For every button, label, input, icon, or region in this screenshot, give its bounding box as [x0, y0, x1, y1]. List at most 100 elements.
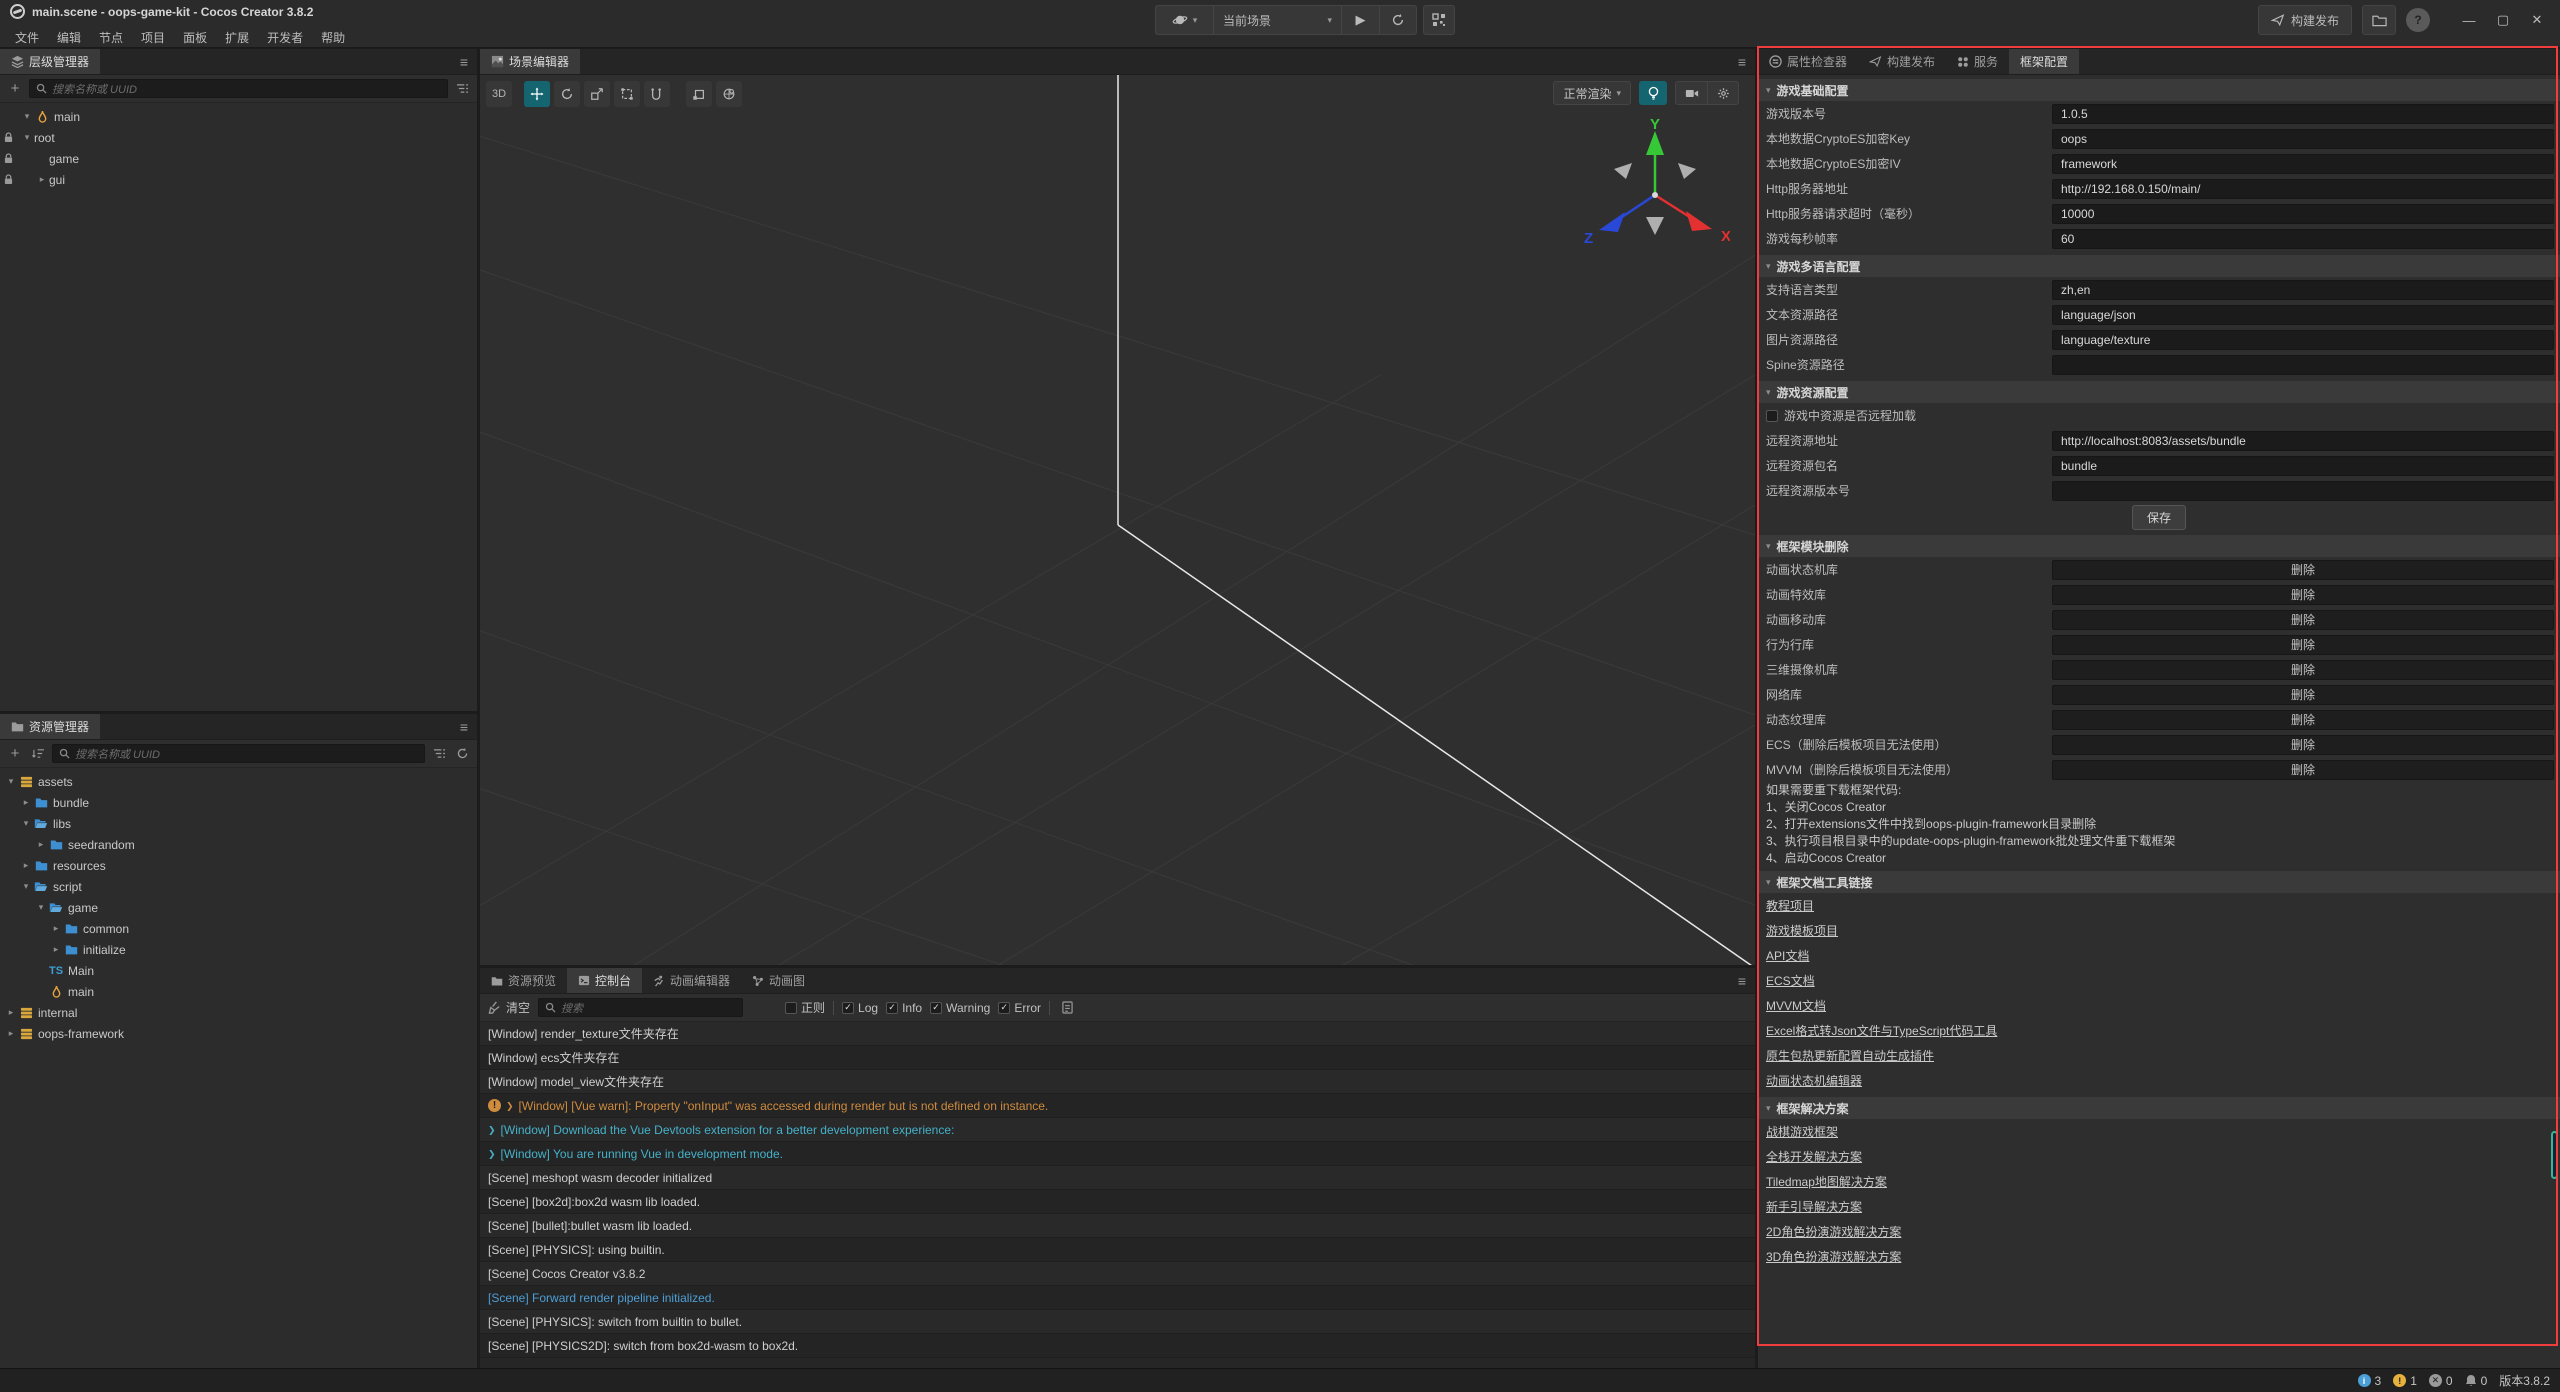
hierarchy-search-input[interactable]: 搜索名称或 UUID	[29, 79, 448, 98]
doc-link[interactable]: ECS文档	[1766, 972, 1815, 989]
section-header[interactable]: ▾游戏资源配置	[1758, 381, 2560, 403]
menu-6[interactable]: 开发者	[258, 26, 312, 49]
tree-node-internal[interactable]: ▸internal	[0, 1002, 477, 1023]
tree-node-main[interactable]: ▾main	[0, 106, 477, 127]
panel-menu-icon[interactable]: ≡	[451, 49, 477, 74]
field-input[interactable]: language/texture	[2052, 330, 2554, 350]
console-log-list[interactable]: [Window] render_texture文件夹存在[Window] ecs…	[480, 1022, 1755, 1368]
delete-module-button[interactable]: 删除	[2052, 710, 2554, 730]
warning-count[interactable]: ! 1	[2393, 1374, 2417, 1388]
section-header[interactable]: ▾游戏多语言配置	[1758, 255, 2560, 277]
console-log-row[interactable]: [Scene] Forward render pipeline initiali…	[480, 1286, 1755, 1310]
coordinate-toggle-button[interactable]	[716, 81, 742, 107]
viewport-settings-button[interactable]	[1707, 81, 1739, 105]
menu-1[interactable]: 编辑	[48, 26, 90, 49]
panel-menu-icon[interactable]: ≡	[451, 714, 477, 739]
tree-node-seedrandom[interactable]: ▸seedrandom	[0, 834, 477, 855]
tree-node-gui[interactable]: ▸gui	[0, 169, 477, 190]
console-log-row[interactable]: [Window] render_texture文件夹存在	[480, 1022, 1755, 1046]
refresh-assets-icon[interactable]	[453, 745, 471, 763]
delete-module-button[interactable]: 删除	[2052, 760, 2554, 780]
scrollbar-thumb[interactable]	[2551, 1131, 2558, 1179]
doc-link[interactable]: Excel格式转Json文件与TypeScript代码工具	[1766, 1022, 1997, 1039]
field-input[interactable]: bundle	[2052, 456, 2554, 476]
panel-menu-icon[interactable]: ≡	[1729, 968, 1755, 993]
delete-module-button[interactable]: 删除	[2052, 735, 2554, 755]
chevron-right-icon[interactable]: ▸	[4, 1028, 18, 1039]
assets-search-input[interactable]: 搜索名称或 UUID	[52, 744, 425, 763]
chevron-down-icon[interactable]: ▾	[20, 132, 34, 143]
lock-icon[interactable]	[0, 174, 16, 185]
console-log-row[interactable]: ❯[Window] You are running Vue in develop…	[480, 1142, 1755, 1166]
open-log-file-button[interactable]	[1058, 999, 1076, 1017]
delete-module-button[interactable]: 删除	[2052, 610, 2554, 630]
field-input[interactable]: zh,en	[2052, 280, 2554, 300]
field-input[interactable]: 60	[2052, 229, 2554, 249]
scene-select[interactable]: 当前场景 ▾	[1213, 5, 1341, 35]
remote-load-checkbox[interactable]: 游戏中资源是否远程加载	[1758, 403, 2560, 428]
tab-console-2[interactable]: 动画编辑器	[642, 968, 741, 993]
section-header[interactable]: ▾框架文档工具链接	[1758, 871, 2560, 893]
field-input[interactable]: 10000	[2052, 204, 2554, 224]
tree-node-oops-framework[interactable]: ▸oops-framework	[0, 1023, 477, 1044]
console-log-row[interactable]: [Scene] meshopt wasm decoder initialized	[480, 1166, 1755, 1190]
console-log-row[interactable]: [Scene] [PHYSICS2D]: switch from box2d-w…	[480, 1334, 1755, 1358]
tab-inspector[interactable]: 属性检查器	[1758, 49, 1858, 74]
chevron-right-icon[interactable]: ❯	[506, 1094, 514, 1118]
filter-log-checkbox[interactable]: ✓Log	[842, 1001, 878, 1015]
error-count[interactable]: ✕ 0	[2429, 1374, 2453, 1388]
gizmo-tool-button[interactable]	[644, 81, 670, 107]
field-input[interactable]	[2052, 355, 2554, 375]
chevron-down-icon[interactable]: ▾	[19, 881, 33, 892]
tab-framework-config[interactable]: 框架配置	[2009, 49, 2079, 74]
lighting-toggle-button[interactable]	[1639, 81, 1667, 105]
reload-button[interactable]	[1379, 5, 1417, 35]
chevron-down-icon[interactable]: ▾	[4, 776, 18, 787]
tree-node-main[interactable]: TSMain	[0, 960, 477, 981]
field-input[interactable]: http://192.168.0.150/main/	[2052, 179, 2554, 199]
field-input[interactable]: 1.0.5	[2052, 104, 2554, 124]
tab-console-1[interactable]: 控制台	[567, 968, 642, 993]
doc-link[interactable]: 动画状态机编辑器	[1766, 1072, 1862, 1089]
filter-icon[interactable]	[430, 745, 448, 763]
tab-console-0[interactable]: 资源预览	[480, 968, 567, 993]
chevron-down-icon[interactable]: ▾	[20, 111, 34, 122]
notification-count[interactable]: 0	[2465, 1374, 2488, 1388]
rotate-tool-button[interactable]	[554, 81, 580, 107]
console-log-row[interactable]: [Window] model_view文件夹存在	[480, 1070, 1755, 1094]
regex-checkbox[interactable]: 正则	[785, 999, 825, 1016]
tree-node-libs[interactable]: ▾libs	[0, 813, 477, 834]
section-header[interactable]: ▾框架解决方案	[1758, 1097, 2560, 1119]
console-log-row[interactable]: [Scene] [box2d]:box2d wasm lib loaded.	[480, 1190, 1755, 1214]
delete-module-button[interactable]: 删除	[2052, 660, 2554, 680]
help-button[interactable]: ?	[2406, 8, 2430, 32]
tree-node-game[interactable]: ▾game	[0, 897, 477, 918]
console-log-row[interactable]: [Window] ecs文件夹存在	[480, 1046, 1755, 1070]
tree-node-game[interactable]: game	[0, 148, 477, 169]
info-count[interactable]: i 3	[2358, 1374, 2382, 1388]
console-log-row[interactable]: !❯[Window] [Vue warn]: Property "onInput…	[480, 1094, 1755, 1118]
tab-scene-editor[interactable]: 场景编辑器	[480, 49, 580, 74]
field-input[interactable]: language/json	[2052, 305, 2554, 325]
render-mode-select[interactable]: 正常渲染 ▾	[1553, 81, 1631, 105]
chevron-right-icon[interactable]: ▸	[34, 839, 48, 850]
chevron-right-icon[interactable]: ▸	[49, 944, 63, 955]
chevron-right-icon[interactable]: ❯	[488, 1118, 496, 1142]
menu-5[interactable]: 扩展	[216, 26, 258, 49]
doc-link[interactable]: 原生包热更新配置自动生成插件	[1766, 1047, 1934, 1064]
menu-2[interactable]: 节点	[90, 26, 132, 49]
device-preview-button[interactable]: ▾	[1155, 5, 1213, 35]
field-input[interactable]	[2052, 481, 2554, 501]
pivot-toggle-button[interactable]	[686, 81, 712, 107]
field-input[interactable]: framework	[2052, 154, 2554, 174]
maximize-button[interactable]: ▢	[2488, 5, 2518, 35]
close-button[interactable]: ✕	[2522, 5, 2552, 35]
filter-error-checkbox[interactable]: ✓Error	[998, 1001, 1041, 1015]
chevron-down-icon[interactable]: ▾	[34, 902, 48, 913]
menu-0[interactable]: 文件	[6, 26, 48, 49]
mode-3d-button[interactable]: 3D	[486, 81, 512, 107]
tree-node-assets[interactable]: ▾assets	[0, 771, 477, 792]
tree-node-root[interactable]: ▾root	[0, 127, 477, 148]
tree-node-bundle[interactable]: ▸bundle	[0, 792, 477, 813]
field-input[interactable]: oops	[2052, 129, 2554, 149]
